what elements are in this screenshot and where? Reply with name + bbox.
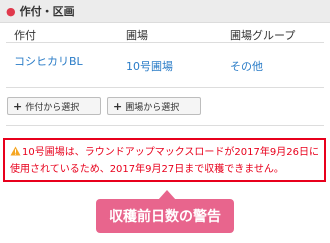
crop-plot-panel: ● 作付・区画 作付 圃場 圃場グループ コシヒカリBL 10号圃場 その他 +… xyxy=(0,0,330,243)
select-from-crop-button[interactable]: + 作付から選択 xyxy=(7,97,101,115)
column-header-field: 圃場 xyxy=(126,29,148,42)
warning-icon xyxy=(10,146,21,156)
select-from-crop-label: 作付から選択 xyxy=(25,102,80,113)
plus-icon: + xyxy=(13,99,23,113)
row-divider xyxy=(6,87,324,88)
plus-icon: + xyxy=(113,99,123,113)
header-divider xyxy=(6,42,324,43)
section-title: 作付・区画 xyxy=(19,5,75,18)
section-bullet: ● xyxy=(6,4,16,18)
field-link[interactable]: 10号圃場 xyxy=(126,58,173,74)
callout-label: 収穫前日数の警告 xyxy=(96,199,234,233)
column-header-crop: 作付 xyxy=(14,29,36,42)
harvest-warning-box: 10号圃場は、ラウンドアップマックスロードが2017年9月26日に使用されている… xyxy=(3,138,326,182)
warning-message: 10号圃場は、ラウンドアップマックスロードが2017年9月26日に使用されている… xyxy=(10,147,319,175)
button-divider xyxy=(6,125,324,126)
select-from-field-label: 圃場から選択 xyxy=(125,102,180,113)
field-group-link[interactable]: その他 xyxy=(230,58,263,74)
section-header: ● 作付・区画 xyxy=(0,0,330,23)
column-header-field-group: 圃場グループ xyxy=(230,29,296,42)
crop-link[interactable]: コシヒカリBL xyxy=(14,53,83,69)
select-from-field-button[interactable]: + 圃場から選択 xyxy=(107,97,201,115)
